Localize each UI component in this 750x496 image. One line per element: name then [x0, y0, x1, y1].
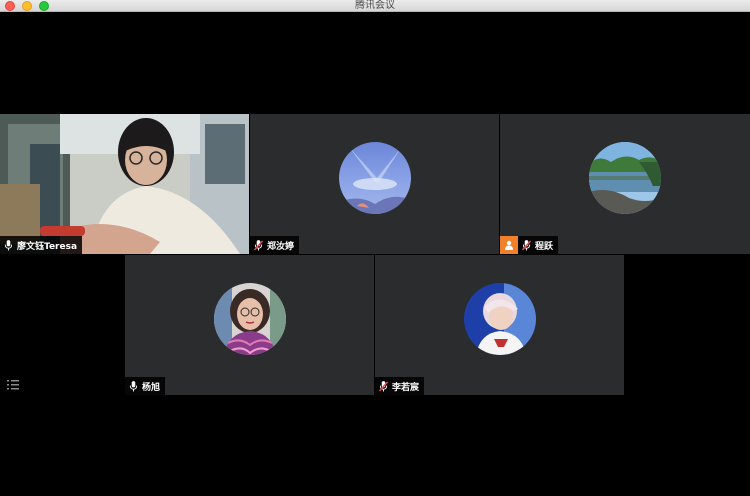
participant-name: 郑汝婷 — [267, 241, 295, 252]
participant-tile[interactable]: 廖文钰Teresa — [0, 114, 249, 254]
participant-name-bar: 郑汝婷 — [250, 236, 300, 254]
title-bar: 腾讯会议 — [0, 0, 750, 12]
person-icon — [500, 236, 518, 254]
participant-name-bar: 杨旭 — [125, 377, 166, 395]
avatar — [214, 283, 286, 355]
participant-tile[interactable]: 郑汝婷 — [250, 114, 499, 254]
muted-microphone-icon — [254, 239, 263, 250]
participant-name: 李若宸 — [392, 382, 420, 393]
participant-list-icon[interactable] — [6, 378, 20, 392]
participant-tile[interactable]: 杨旭 — [125, 255, 374, 395]
avatar — [589, 142, 661, 214]
muted-microphone-icon — [379, 380, 388, 391]
avatar — [339, 142, 411, 214]
window-title: 腾讯会议 — [355, 0, 395, 11]
avatar — [464, 283, 536, 355]
participant-name: 廖文钰Teresa — [17, 241, 78, 252]
participant-tile[interactable]: 程跃 — [500, 114, 750, 254]
participant-name-bar: 廖文钰Teresa — [0, 236, 83, 254]
participant-name: 程跃 — [535, 241, 554, 252]
participant-name-bar: 李若宸 — [375, 377, 425, 395]
participant-name-bar: 程跃 — [500, 236, 559, 254]
participant-tile[interactable]: 李若宸 — [375, 255, 624, 395]
meeting-stage: 廖文钰Teresa 郑汝婷 程跃 杨旭 李若宸 — [0, 13, 750, 496]
participant-video — [0, 114, 249, 254]
microphone-icon — [4, 239, 13, 250]
muted-microphone-icon — [522, 239, 531, 250]
participant-name: 杨旭 — [142, 382, 161, 393]
microphone-icon — [129, 380, 138, 391]
